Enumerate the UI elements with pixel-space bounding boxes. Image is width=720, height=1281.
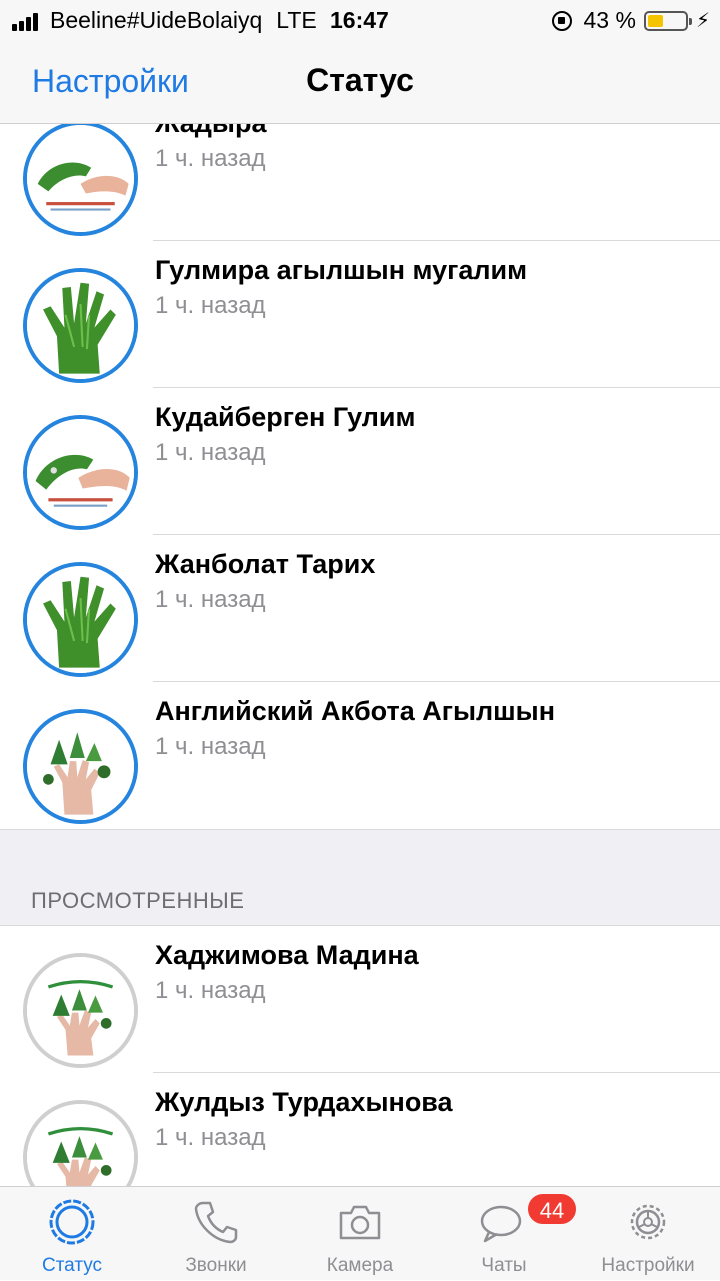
contact-name: Английский Акбота Агылшын [155, 696, 556, 726]
status-list[interactable]: Жадыра 1 ч. назад Гулмира агылшын мугали… [0, 124, 720, 1186]
status-time: 1 ч. назад [155, 586, 266, 613]
tab-calls[interactable]: Звонки [144, 1187, 288, 1281]
green-hand-image-icon [27, 272, 134, 379]
carrier-name: Beeline#UideBolaiyq [50, 7, 263, 33]
battery-percent: 43 % [583, 7, 636, 33]
status-time: 1 ч. назад [155, 1124, 266, 1151]
status-time: 1 ч. назад [155, 977, 266, 1004]
status-bar: Beeline#UideBolaiyq LTE 16:47 43 % ⚡ [0, 0, 720, 40]
tab-label: Звонки [185, 1255, 247, 1276]
page-title: Статус [306, 62, 414, 98]
avatar [23, 124, 138, 236]
status-row[interactable]: Жулдыз Турдахынова 1 ч. назад [0, 1073, 720, 1186]
tree-fingers-image-icon [27, 713, 134, 820]
status-row[interactable]: Хаджимова Мадина 1 ч. назад [0, 926, 720, 1073]
camera-icon [339, 1205, 381, 1240]
chats-icon [480, 1205, 522, 1243]
status-time: 1 ч. назад [155, 145, 266, 172]
tab-status[interactable]: Статус [0, 1187, 144, 1281]
rotation-lock-icon [551, 10, 572, 31]
school-logo-image-icon [27, 957, 134, 1064]
avatar [23, 709, 138, 824]
tab-settings[interactable]: Настройки [576, 1187, 720, 1281]
status-row[interactable]: Гулмира агылшын мугалим 1 ч. назад [0, 241, 720, 388]
status-time: 1 ч. назад [155, 292, 266, 319]
status-row[interactable]: Жадыра 1 ч. назад [0, 124, 720, 241]
hands-image-icon [27, 419, 134, 526]
avatar [23, 415, 138, 530]
phone-icon [194, 1201, 238, 1244]
contact-name: Хаджимова Мадина [155, 940, 419, 970]
contact-name: Кудайберген Гулим [155, 402, 416, 432]
avatar [23, 268, 138, 383]
status-row[interactable]: Английский Акбота Агылшын 1 ч. назад [0, 682, 720, 829]
contact-name: Жадыра [155, 124, 266, 139]
tab-label: Чаты [481, 1255, 527, 1276]
tab-camera[interactable]: Камера [288, 1187, 432, 1281]
signal-icon [12, 11, 40, 31]
section-title: ПРОСМОТРЕННЫЕ [31, 888, 245, 913]
status-icon [49, 1199, 95, 1245]
green-hand-image-icon [27, 566, 134, 673]
hands-image-icon [27, 125, 134, 232]
contact-name: Жулдыз Турдахынова [155, 1087, 453, 1117]
avatar [23, 1100, 138, 1186]
network-type: LTE [276, 7, 317, 33]
status-time: 1 ч. назад [155, 439, 266, 466]
tab-label: Настройки [601, 1255, 695, 1276]
viewed-section-header: ПРОСМОТРЕННЫЕ [0, 829, 720, 926]
contact-name: Гулмира агылшын мугалим [155, 255, 528, 285]
unread-badge: 44 [526, 1192, 578, 1226]
tab-chats[interactable]: 44 Чаты [432, 1187, 578, 1281]
contact-name: Жанболат Тарих [155, 549, 376, 579]
status-time: 1 ч. назад [155, 733, 266, 760]
charging-bolt-icon: ⚡ [695, 10, 710, 32]
avatar [23, 562, 138, 677]
tab-bar: Статус Звонки Камера 44 Чаты Настройки [0, 1186, 720, 1280]
clock: 16:47 [330, 7, 389, 33]
battery-icon [643, 10, 692, 31]
school-logo-image-icon [27, 1104, 134, 1186]
status-row[interactable]: Жанболат Тарих 1 ч. назад [0, 535, 720, 682]
avatar [23, 953, 138, 1068]
navigation-bar: Настройки Статус [0, 40, 720, 124]
tab-label: Статус [41, 1255, 103, 1276]
status-row[interactable]: Кудайберген Гулим 1 ч. назад [0, 388, 720, 535]
settings-gear-icon [630, 1204, 666, 1240]
tab-label: Камера [326, 1255, 394, 1276]
